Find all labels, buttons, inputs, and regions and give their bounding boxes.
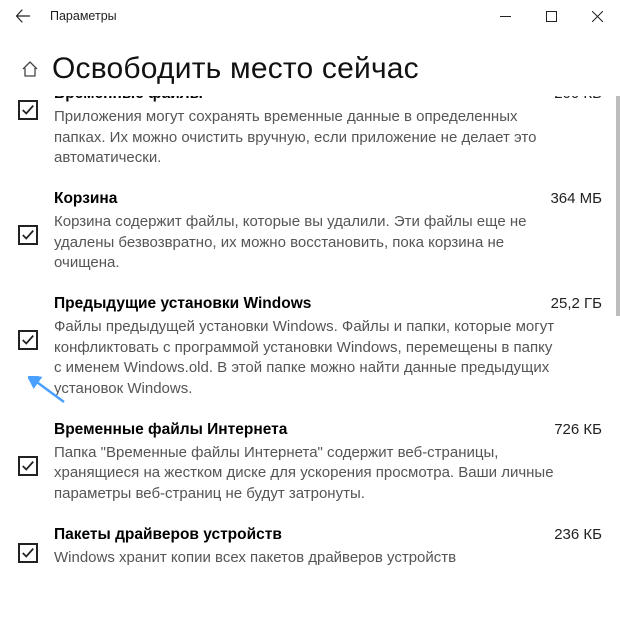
cleanup-item: Временные файлы Интернета 726 КБ Папка "… [18, 410, 602, 515]
item-description: Приложения могут сохранять временные дан… [54, 105, 602, 169]
window-title: Параметры [46, 9, 117, 23]
cleanup-item: Временные файлы 200 КБ Приложения могут … [18, 96, 602, 179]
checkmark-icon [21, 459, 35, 473]
close-icon [592, 11, 603, 22]
cleanup-item: Корзина 364 МБ Корзина содержит файлы, к… [18, 179, 602, 284]
item-description: Файлы предыдущей установки Windows. Файл… [54, 315, 602, 400]
settings-window: Параметры Освободить место сейчас [0, 0, 620, 634]
page-title: Освободить место сейчас [52, 52, 419, 86]
scrollbar[interactable] [616, 96, 620, 316]
cleanup-item: Предыдущие установки Windows 25,2 ГБ Фай… [18, 284, 602, 410]
item-size: 726 КБ [538, 421, 602, 438]
checkbox-driver-packages[interactable] [18, 543, 38, 563]
page-header: Освободить место сейчас [0, 32, 620, 100]
minimize-icon [500, 11, 511, 22]
checkbox-recycle-bin[interactable] [18, 225, 38, 245]
home-icon [21, 60, 39, 78]
home-button[interactable] [16, 60, 44, 78]
titlebar: Параметры [0, 0, 620, 32]
checkmark-icon [21, 546, 35, 560]
maximize-icon [546, 11, 557, 22]
item-name: Временные файлы [54, 96, 538, 105]
item-name: Корзина [54, 189, 534, 210]
cleanup-item: Пакеты драйверов устройств 236 КБ Window… [18, 515, 602, 579]
minimize-button[interactable] [482, 0, 528, 32]
maximize-button[interactable] [528, 0, 574, 32]
checkmark-icon [21, 333, 35, 347]
checkmark-icon [21, 103, 35, 117]
item-size: 236 КБ [538, 526, 602, 543]
content-area: Временные файлы 200 КБ Приложения могут … [0, 96, 620, 634]
arrow-left-icon [15, 8, 31, 24]
close-button[interactable] [574, 0, 620, 32]
item-name: Предыдущие установки Windows [54, 294, 535, 315]
checkbox-temp-files[interactable] [18, 100, 38, 120]
items-list: Временные файлы 200 КБ Приложения могут … [0, 96, 620, 578]
item-name: Временные файлы Интернета [54, 420, 538, 441]
item-size: 364 МБ [534, 190, 602, 207]
item-description: Корзина содержит файлы, которые вы удали… [54, 210, 602, 274]
back-button[interactable] [0, 0, 46, 32]
checkbox-internet-temp[interactable] [18, 456, 38, 476]
item-size: 200 КБ [538, 96, 602, 102]
item-description: Папка "Временные файлы Интернета" содерж… [54, 441, 602, 505]
item-description: Windows хранит копии всех пакетов драйве… [54, 546, 602, 569]
item-size: 25,2 ГБ [535, 295, 602, 312]
checkbox-previous-windows[interactable] [18, 330, 38, 350]
checkmark-icon [21, 228, 35, 242]
item-name: Пакеты драйверов устройств [54, 525, 538, 546]
